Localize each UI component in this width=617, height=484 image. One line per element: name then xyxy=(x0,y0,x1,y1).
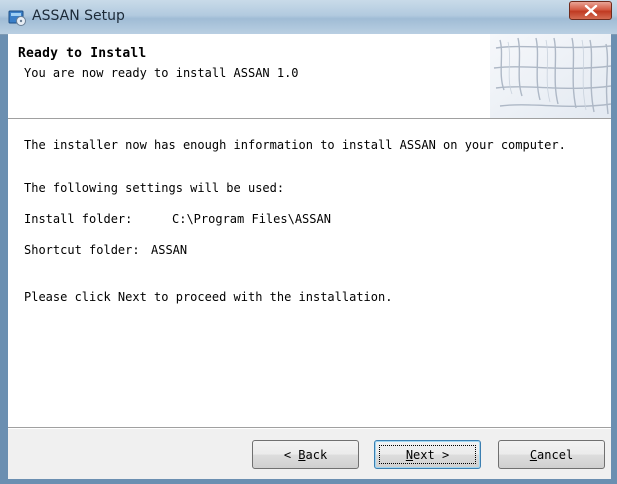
focus-rectangle xyxy=(379,445,476,464)
setup-disc-icon xyxy=(8,10,26,26)
wizard-header: Ready to Install You are now ready to in… xyxy=(8,34,611,119)
cancel-button-label: Cancel xyxy=(529,447,574,462)
shortcut-folder-label: Shortcut folder: xyxy=(24,243,140,257)
back-button-label: < Back xyxy=(283,447,328,462)
proceed-text: Please click Next to proceed with the in… xyxy=(24,290,393,304)
close-button[interactable] xyxy=(569,1,612,20)
close-icon xyxy=(584,5,598,16)
install-folder-value: C:\Program Files\ASSAN xyxy=(172,212,331,226)
title-bar[interactable]: ASSAN Setup xyxy=(0,0,617,35)
intro-text: The installer now has enough information… xyxy=(24,138,566,152)
cancel-button[interactable]: Cancel xyxy=(498,440,605,469)
wizard-banner-image xyxy=(490,34,611,118)
wizard-client-area: Ready to Install You are now ready to in… xyxy=(8,34,611,479)
install-folder-label: Install folder: xyxy=(24,212,133,226)
page-title: Ready to Install xyxy=(18,46,147,61)
back-button[interactable]: < Back xyxy=(252,440,359,469)
button-bar: < Back Next > Cancel xyxy=(8,429,611,479)
next-button[interactable]: Next > xyxy=(374,440,481,469)
shortcut-folder-value: ASSAN xyxy=(151,243,188,257)
installer-window: ASSAN Setup Ready to Install You are now… xyxy=(0,0,617,484)
page-subtitle: You are now ready to install ASSAN 1.0 xyxy=(24,66,299,80)
settings-heading: The following settings will be used: xyxy=(24,181,285,195)
window-title: ASSAN Setup xyxy=(32,8,125,24)
